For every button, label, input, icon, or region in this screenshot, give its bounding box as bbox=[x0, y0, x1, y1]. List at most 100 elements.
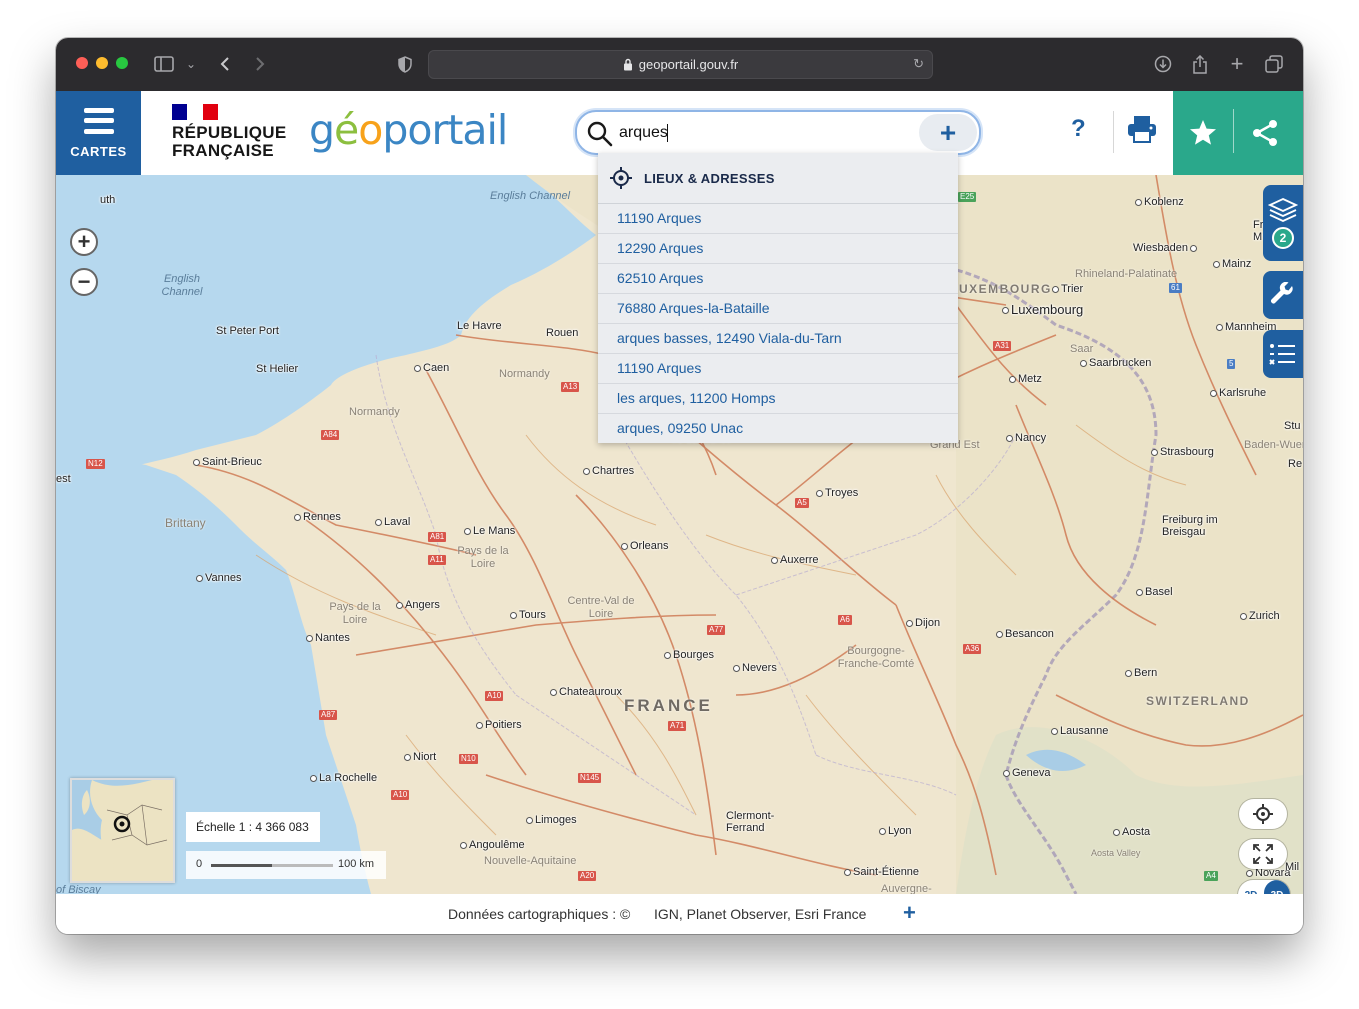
cartes-label: CARTES bbox=[70, 143, 127, 159]
rf-line1: RÉPUBLIQUE bbox=[172, 123, 287, 142]
result-item[interactable]: 76880 Arques-la-Bataille bbox=[598, 294, 958, 324]
close-window-button[interactable] bbox=[76, 57, 88, 69]
city-label[interactable]: Zurich bbox=[1240, 610, 1280, 622]
download-icon[interactable] bbox=[1153, 52, 1173, 76]
city-label[interactable]: Saint-Étienne bbox=[844, 866, 919, 878]
city-label[interactable]: Angers bbox=[396, 599, 440, 611]
city-label[interactable]: Lyon bbox=[879, 825, 911, 837]
view-mode-toggle[interactable]: 2D 3D bbox=[1238, 880, 1290, 894]
city-label[interactable]: Saarbrucken bbox=[1080, 357, 1151, 369]
share-button[interactable] bbox=[1251, 119, 1279, 152]
result-item[interactable]: 12290 Arques bbox=[598, 234, 958, 264]
city-label[interactable]: Orleans bbox=[621, 540, 669, 552]
city-label[interactable]: Aosta bbox=[1113, 826, 1150, 838]
tools-button[interactable] bbox=[1263, 271, 1303, 319]
city-label[interactable]: Metz bbox=[1009, 373, 1042, 385]
city-label[interactable]: Clermont-Ferrand bbox=[726, 810, 788, 834]
city-label[interactable]: Mainz bbox=[1213, 258, 1251, 270]
city-label[interactable]: Poitiers bbox=[476, 719, 522, 731]
city-label[interactable]: Niort bbox=[404, 751, 436, 763]
city-label[interactable]: Bern bbox=[1125, 667, 1157, 679]
city-label[interactable]: Tours bbox=[510, 609, 546, 621]
city-label[interactable]: Koblenz bbox=[1135, 196, 1184, 208]
minimize-window-button[interactable] bbox=[96, 57, 108, 69]
help-button[interactable]: ? bbox=[1071, 115, 1086, 143]
overview-map[interactable] bbox=[70, 778, 175, 883]
city-label[interactable]: Re bbox=[1288, 458, 1302, 470]
result-item[interactable]: 11190 Arques bbox=[598, 354, 958, 384]
city-label[interactable]: Geneva bbox=[1003, 767, 1051, 779]
cartes-menu-button[interactable]: CARTES bbox=[56, 91, 141, 175]
tabs-icon[interactable] bbox=[1264, 52, 1284, 76]
city-label[interactable]: Caen bbox=[414, 362, 449, 374]
back-icon[interactable] bbox=[216, 52, 234, 76]
city-label[interactable]: Saint-Brieuc bbox=[193, 456, 262, 468]
header-divider bbox=[1113, 111, 1114, 153]
city-label[interactable]: Le Havre bbox=[457, 320, 502, 332]
chevron-down-icon[interactable]: ⌄ bbox=[184, 52, 198, 76]
locate-button[interactable] bbox=[1239, 799, 1287, 829]
sidebar-icon[interactable] bbox=[153, 52, 175, 76]
city-label[interactable]: Besancon bbox=[996, 628, 1054, 640]
legend-icon bbox=[1269, 344, 1295, 365]
shield-icon[interactable] bbox=[396, 52, 414, 76]
road-shield: A20 bbox=[578, 871, 597, 881]
result-item[interactable]: 62510 Arques bbox=[598, 264, 958, 294]
new-tab-icon[interactable]: + bbox=[1227, 51, 1247, 76]
zoom-out-button[interactable]: − bbox=[70, 268, 98, 296]
republique-francaise-logo[interactable]: RÉPUBLIQUE FRANÇAISE bbox=[172, 104, 287, 164]
city-label[interactable]: Angoulême bbox=[460, 839, 525, 851]
attribution-sources[interactable]: IGN, Planet Observer, Esri France bbox=[654, 906, 866, 922]
city-label[interactable]: Nantes bbox=[306, 632, 350, 644]
search-icon[interactable] bbox=[587, 121, 613, 147]
result-item[interactable]: arques basses, 12490 Viala-du-Tarn bbox=[598, 324, 958, 354]
city-label[interactable]: Basel bbox=[1136, 586, 1173, 598]
city-label[interactable]: St Peter Port bbox=[216, 325, 279, 337]
city-label[interactable]: Chartres bbox=[583, 465, 634, 477]
city-label[interactable]: Rouen bbox=[546, 327, 578, 339]
city-label[interactable]: Freiburg im Breisgau bbox=[1162, 514, 1232, 538]
city-label[interactable]: Laval bbox=[375, 516, 410, 528]
zoom-window-button[interactable] bbox=[116, 57, 128, 69]
city-label[interactable]: Trier bbox=[1052, 283, 1083, 295]
city-label[interactable]: Lausanne bbox=[1051, 725, 1108, 737]
result-item[interactable]: arques, 09250 Unac bbox=[598, 414, 958, 443]
city-label[interactable]: St Helier bbox=[256, 363, 298, 375]
city-label[interactable]: Dijon bbox=[906, 617, 940, 629]
city-label[interactable]: Le Mans bbox=[464, 525, 515, 537]
city-label[interactable]: Luxembourg bbox=[1002, 302, 1083, 317]
city-label[interactable]: Limoges bbox=[526, 814, 577, 826]
city-label[interactable]: Nevers bbox=[733, 662, 777, 674]
favorites-button[interactable] bbox=[1189, 119, 1217, 151]
zoom-in-button[interactable]: + bbox=[70, 228, 98, 256]
city-label[interactable]: Strasbourg bbox=[1151, 446, 1214, 458]
city-label[interactable]: Chateauroux bbox=[550, 686, 622, 698]
upload-icon[interactable] bbox=[1190, 52, 1210, 76]
city-label[interactable]: Mil bbox=[1285, 861, 1299, 873]
city-label[interactable]: Rennes bbox=[294, 511, 341, 523]
forward-icon[interactable] bbox=[251, 52, 269, 76]
city-label[interactable]: Nancy bbox=[1006, 432, 1046, 444]
advanced-search-button[interactable]: + bbox=[919, 114, 977, 151]
city-label[interactable]: Troyes bbox=[816, 487, 858, 499]
city-label[interactable]: Vannes bbox=[196, 572, 242, 584]
city-label[interactable]: La Rochelle bbox=[310, 772, 377, 784]
print-button[interactable] bbox=[1127, 115, 1157, 148]
city-label[interactable]: Wiesbaden bbox=[1133, 242, 1199, 254]
address-bar[interactable]: geoportail.gouv.fr ↻ bbox=[428, 50, 933, 79]
city-label[interactable]: Karlsruhe bbox=[1210, 387, 1266, 399]
reload-icon[interactable]: ↻ bbox=[913, 56, 924, 72]
share-icon bbox=[1253, 120, 1277, 146]
geoportail-logo[interactable]: géoportail bbox=[309, 103, 508, 157]
city-label[interactable]: Stu bbox=[1284, 420, 1301, 432]
legend-button[interactable] bbox=[1263, 330, 1303, 378]
city-label[interactable]: Auxerre bbox=[771, 554, 819, 566]
city-label[interactable]: Bourges bbox=[664, 649, 714, 661]
layers-button[interactable]: 2 bbox=[1263, 185, 1303, 261]
road-shield: A13 bbox=[561, 382, 580, 392]
attribution-more-button[interactable]: + bbox=[903, 900, 916, 926]
search-input[interactable] bbox=[619, 112, 909, 153]
result-item[interactable]: les arques, 11200 Homps bbox=[598, 384, 958, 414]
result-item[interactable]: 11190 Arques bbox=[598, 204, 958, 234]
fullscreen-button[interactable] bbox=[1239, 839, 1287, 869]
